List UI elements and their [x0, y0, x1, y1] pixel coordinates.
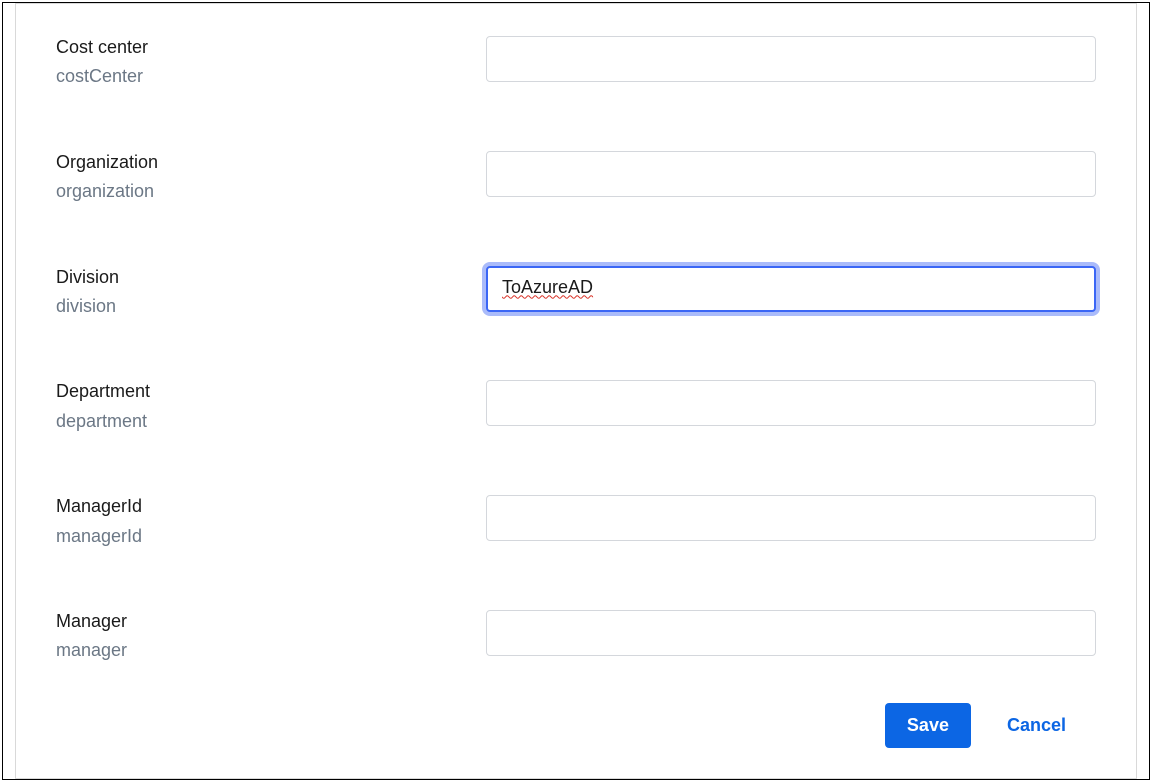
- label-column: Division division: [56, 266, 486, 319]
- input-column: [486, 380, 1096, 426]
- field-row-organization: Organization organization: [56, 151, 1096, 204]
- field-variable: managerId: [56, 525, 486, 548]
- field-variable: manager: [56, 639, 486, 662]
- manager-input[interactable]: [486, 610, 1096, 656]
- window-frame: Cost center costCenter Organization orga…: [2, 2, 1150, 780]
- button-row: Save Cancel: [56, 703, 1096, 748]
- field-label: Division: [56, 266, 486, 289]
- organization-input[interactable]: [486, 151, 1096, 197]
- label-column: Manager manager: [56, 610, 486, 663]
- field-label: Cost center: [56, 36, 486, 59]
- field-row-department: Department department: [56, 380, 1096, 433]
- save-button[interactable]: Save: [885, 703, 971, 748]
- label-column: ManagerId managerId: [56, 495, 486, 548]
- input-column: [486, 151, 1096, 197]
- label-column: Department department: [56, 380, 486, 433]
- input-column: ToAzureAD: [486, 266, 1096, 312]
- field-label: ManagerId: [56, 495, 486, 518]
- field-row-managerid: ManagerId managerId: [56, 495, 1096, 548]
- field-row-division: Division division ToAzureAD: [56, 266, 1096, 319]
- cancel-button[interactable]: Cancel: [1007, 715, 1066, 736]
- managerid-input[interactable]: [486, 495, 1096, 541]
- field-label: Manager: [56, 610, 486, 633]
- input-column: [486, 610, 1096, 656]
- field-row-manager: Manager manager: [56, 610, 1096, 663]
- field-variable: division: [56, 295, 486, 318]
- department-input[interactable]: [486, 380, 1096, 426]
- field-variable: organization: [56, 180, 486, 203]
- field-variable: department: [56, 410, 486, 433]
- field-variable: costCenter: [56, 65, 486, 88]
- input-column: [486, 36, 1096, 82]
- label-column: Cost center costCenter: [56, 36, 486, 89]
- field-label: Department: [56, 380, 486, 403]
- form-panel: Cost center costCenter Organization orga…: [15, 3, 1137, 779]
- costcenter-input[interactable]: [486, 36, 1096, 82]
- label-column: Organization organization: [56, 151, 486, 204]
- field-row-costcenter: Cost center costCenter: [56, 36, 1096, 89]
- division-input[interactable]: [486, 266, 1096, 312]
- field-label: Organization: [56, 151, 486, 174]
- input-column: [486, 495, 1096, 541]
